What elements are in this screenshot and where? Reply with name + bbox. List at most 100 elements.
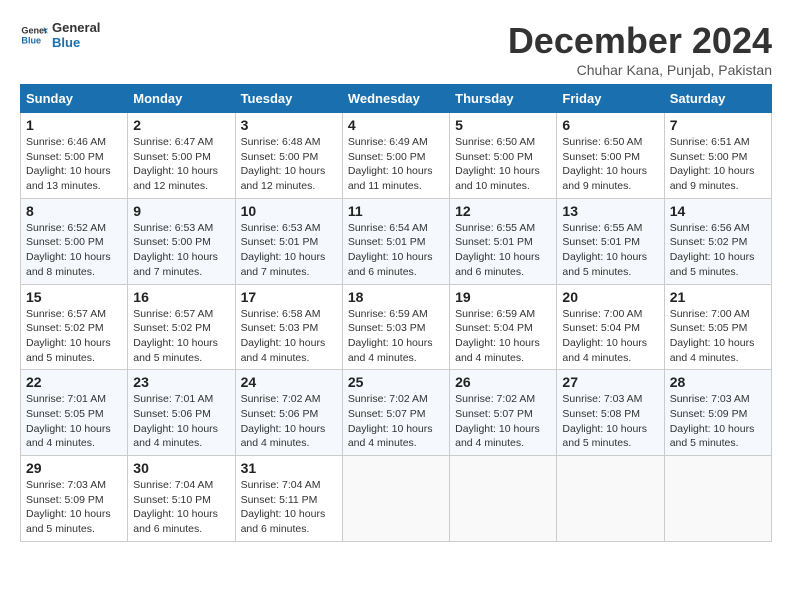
calendar-cell: 29 Sunrise: 7:03 AM Sunset: 5:09 PM Dayl…: [21, 456, 128, 542]
calendar-cell: 3 Sunrise: 6:48 AM Sunset: 5:00 PM Dayli…: [235, 113, 342, 199]
month-title: December 2024: [508, 20, 772, 62]
calendar-cell: 30 Sunrise: 7:04 AM Sunset: 5:10 PM Dayl…: [128, 456, 235, 542]
day-info: Sunrise: 6:48 AM Sunset: 5:00 PM Dayligh…: [241, 135, 337, 194]
day-info: Sunrise: 7:03 AM Sunset: 5:09 PM Dayligh…: [670, 392, 766, 451]
svg-text:Blue: Blue: [21, 35, 41, 45]
day-number: 12: [455, 203, 551, 219]
day-number: 31: [241, 460, 337, 476]
day-number: 27: [562, 374, 658, 390]
calendar-week-row: 8 Sunrise: 6:52 AM Sunset: 5:00 PM Dayli…: [21, 198, 772, 284]
day-number: 23: [133, 374, 229, 390]
day-number: 3: [241, 117, 337, 133]
header: General Blue General Blue December 2024 …: [20, 20, 772, 78]
calendar-week-row: 29 Sunrise: 7:03 AM Sunset: 5:09 PM Dayl…: [21, 456, 772, 542]
day-info: Sunrise: 6:56 AM Sunset: 5:02 PM Dayligh…: [670, 221, 766, 280]
calendar-cell: 9 Sunrise: 6:53 AM Sunset: 5:00 PM Dayli…: [128, 198, 235, 284]
day-number: 1: [26, 117, 122, 133]
calendar-cell: 27 Sunrise: 7:03 AM Sunset: 5:08 PM Dayl…: [557, 370, 664, 456]
header-sunday: Sunday: [21, 85, 128, 113]
day-number: 30: [133, 460, 229, 476]
day-info: Sunrise: 6:54 AM Sunset: 5:01 PM Dayligh…: [348, 221, 444, 280]
calendar-cell: 16 Sunrise: 6:57 AM Sunset: 5:02 PM Dayl…: [128, 284, 235, 370]
calendar-cell: 4 Sunrise: 6:49 AM Sunset: 5:00 PM Dayli…: [342, 113, 449, 199]
calendar-cell: 26 Sunrise: 7:02 AM Sunset: 5:07 PM Dayl…: [450, 370, 557, 456]
day-info: Sunrise: 6:53 AM Sunset: 5:01 PM Dayligh…: [241, 221, 337, 280]
calendar-table: Sunday Monday Tuesday Wednesday Thursday…: [20, 84, 772, 542]
day-number: 20: [562, 289, 658, 305]
location-subtitle: Chuhar Kana, Punjab, Pakistan: [508, 62, 772, 78]
calendar-cell: 7 Sunrise: 6:51 AM Sunset: 5:00 PM Dayli…: [664, 113, 771, 199]
calendar-week-row: 22 Sunrise: 7:01 AM Sunset: 5:05 PM Dayl…: [21, 370, 772, 456]
day-number: 18: [348, 289, 444, 305]
day-info: Sunrise: 6:57 AM Sunset: 5:02 PM Dayligh…: [133, 307, 229, 366]
calendar-cell: 21 Sunrise: 7:00 AM Sunset: 5:05 PM Dayl…: [664, 284, 771, 370]
day-number: 22: [26, 374, 122, 390]
day-info: Sunrise: 6:47 AM Sunset: 5:00 PM Dayligh…: [133, 135, 229, 194]
day-number: 21: [670, 289, 766, 305]
logo-blue: Blue: [52, 35, 100, 50]
header-saturday: Saturday: [664, 85, 771, 113]
logo-general: General: [52, 20, 100, 35]
day-number: 2: [133, 117, 229, 133]
day-info: Sunrise: 6:59 AM Sunset: 5:03 PM Dayligh…: [348, 307, 444, 366]
day-number: 8: [26, 203, 122, 219]
day-info: Sunrise: 7:02 AM Sunset: 5:07 PM Dayligh…: [455, 392, 551, 451]
day-info: Sunrise: 6:50 AM Sunset: 5:00 PM Dayligh…: [455, 135, 551, 194]
calendar-week-row: 15 Sunrise: 6:57 AM Sunset: 5:02 PM Dayl…: [21, 284, 772, 370]
calendar-cell: 19 Sunrise: 6:59 AM Sunset: 5:04 PM Dayl…: [450, 284, 557, 370]
calendar-cell: 15 Sunrise: 6:57 AM Sunset: 5:02 PM Dayl…: [21, 284, 128, 370]
day-number: 9: [133, 203, 229, 219]
calendar-cell: [664, 456, 771, 542]
day-number: 4: [348, 117, 444, 133]
header-wednesday: Wednesday: [342, 85, 449, 113]
header-friday: Friday: [557, 85, 664, 113]
day-info: Sunrise: 6:52 AM Sunset: 5:00 PM Dayligh…: [26, 221, 122, 280]
day-info: Sunrise: 7:00 AM Sunset: 5:05 PM Dayligh…: [670, 307, 766, 366]
calendar-cell: 23 Sunrise: 7:01 AM Sunset: 5:06 PM Dayl…: [128, 370, 235, 456]
calendar-cell: 20 Sunrise: 7:00 AM Sunset: 5:04 PM Dayl…: [557, 284, 664, 370]
day-info: Sunrise: 6:51 AM Sunset: 5:00 PM Dayligh…: [670, 135, 766, 194]
day-number: 10: [241, 203, 337, 219]
day-number: 11: [348, 203, 444, 219]
day-number: 13: [562, 203, 658, 219]
calendar-cell: 5 Sunrise: 6:50 AM Sunset: 5:00 PM Dayli…: [450, 113, 557, 199]
day-info: Sunrise: 6:59 AM Sunset: 5:04 PM Dayligh…: [455, 307, 551, 366]
day-info: Sunrise: 7:02 AM Sunset: 5:06 PM Dayligh…: [241, 392, 337, 451]
day-number: 16: [133, 289, 229, 305]
day-number: 29: [26, 460, 122, 476]
day-number: 5: [455, 117, 551, 133]
day-number: 19: [455, 289, 551, 305]
calendar-cell: 13 Sunrise: 6:55 AM Sunset: 5:01 PM Dayl…: [557, 198, 664, 284]
day-info: Sunrise: 6:46 AM Sunset: 5:00 PM Dayligh…: [26, 135, 122, 194]
logo: General Blue General Blue: [20, 20, 100, 50]
day-info: Sunrise: 6:50 AM Sunset: 5:00 PM Dayligh…: [562, 135, 658, 194]
calendar-cell: 14 Sunrise: 6:56 AM Sunset: 5:02 PM Dayl…: [664, 198, 771, 284]
day-number: 7: [670, 117, 766, 133]
calendar-cell: 2 Sunrise: 6:47 AM Sunset: 5:00 PM Dayli…: [128, 113, 235, 199]
day-info: Sunrise: 7:03 AM Sunset: 5:08 PM Dayligh…: [562, 392, 658, 451]
header-thursday: Thursday: [450, 85, 557, 113]
calendar-cell: 22 Sunrise: 7:01 AM Sunset: 5:05 PM Dayl…: [21, 370, 128, 456]
calendar-cell: 25 Sunrise: 7:02 AM Sunset: 5:07 PM Dayl…: [342, 370, 449, 456]
day-number: 15: [26, 289, 122, 305]
calendar-cell: 31 Sunrise: 7:04 AM Sunset: 5:11 PM Dayl…: [235, 456, 342, 542]
logo-icon: General Blue: [20, 21, 48, 49]
day-info: Sunrise: 7:01 AM Sunset: 5:06 PM Dayligh…: [133, 392, 229, 451]
calendar-cell: 17 Sunrise: 6:58 AM Sunset: 5:03 PM Dayl…: [235, 284, 342, 370]
day-number: 26: [455, 374, 551, 390]
calendar-cell: 12 Sunrise: 6:55 AM Sunset: 5:01 PM Dayl…: [450, 198, 557, 284]
calendar-cell: 8 Sunrise: 6:52 AM Sunset: 5:00 PM Dayli…: [21, 198, 128, 284]
day-info: Sunrise: 7:04 AM Sunset: 5:11 PM Dayligh…: [241, 478, 337, 537]
day-number: 28: [670, 374, 766, 390]
day-info: Sunrise: 6:55 AM Sunset: 5:01 PM Dayligh…: [455, 221, 551, 280]
header-tuesday: Tuesday: [235, 85, 342, 113]
day-number: 17: [241, 289, 337, 305]
day-info: Sunrise: 6:55 AM Sunset: 5:01 PM Dayligh…: [562, 221, 658, 280]
header-monday: Monday: [128, 85, 235, 113]
day-info: Sunrise: 7:02 AM Sunset: 5:07 PM Dayligh…: [348, 392, 444, 451]
day-info: Sunrise: 7:00 AM Sunset: 5:04 PM Dayligh…: [562, 307, 658, 366]
calendar-cell: 1 Sunrise: 6:46 AM Sunset: 5:00 PM Dayli…: [21, 113, 128, 199]
day-number: 6: [562, 117, 658, 133]
day-info: Sunrise: 7:01 AM Sunset: 5:05 PM Dayligh…: [26, 392, 122, 451]
calendar-week-row: 1 Sunrise: 6:46 AM Sunset: 5:00 PM Dayli…: [21, 113, 772, 199]
